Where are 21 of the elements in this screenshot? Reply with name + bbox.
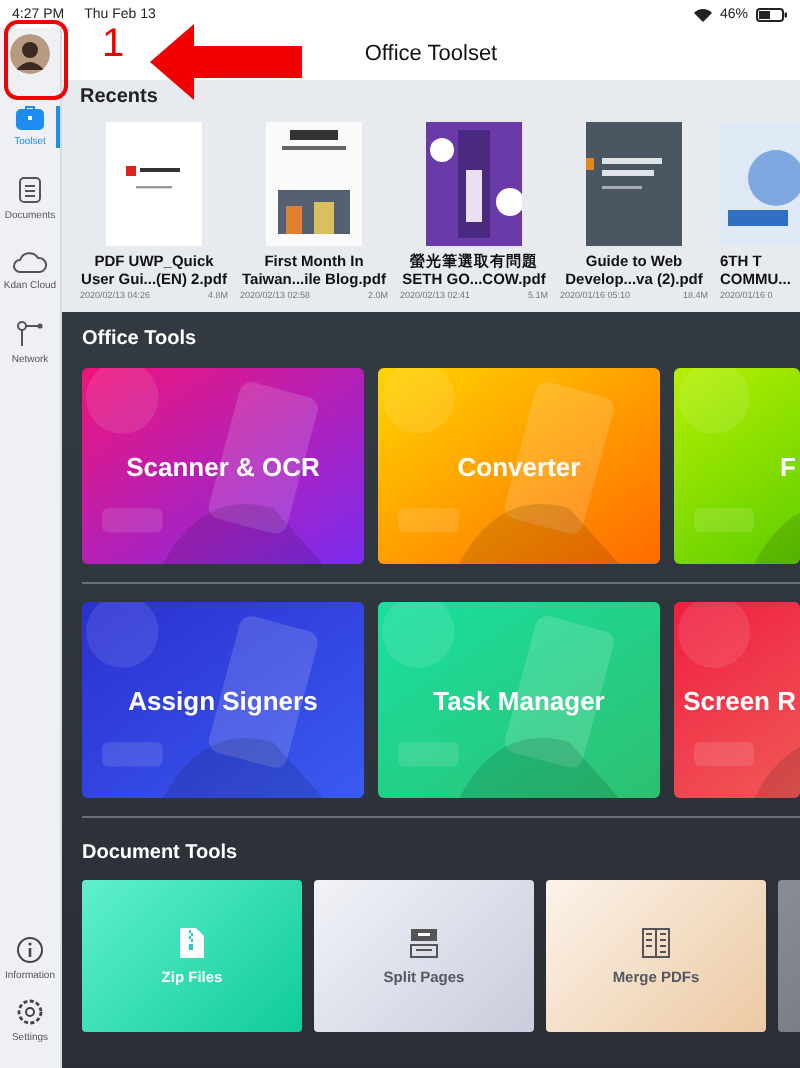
annotation-box: [4, 20, 68, 100]
settings-icon: [16, 998, 44, 1026]
section-title: Document Tools: [82, 842, 238, 864]
toolbox-icon: [16, 106, 44, 130]
info-icon: [16, 936, 44, 964]
document-icon: [18, 176, 42, 204]
section-title: Office Tools: [82, 328, 197, 350]
tool-tile[interactable]: Screen R: [674, 602, 800, 798]
cloud-icon: [12, 250, 48, 274]
annotation-number: 1: [102, 20, 125, 68]
tool-tile[interactable]: Assign Signers: [82, 602, 364, 798]
split-pages-icon: [410, 927, 438, 957]
window-title: Office Toolset: [364, 42, 498, 66]
tool-tile[interactable]: Scanner & OCR: [82, 368, 364, 564]
zip-file-icon: [180, 927, 204, 957]
section-title: Recents: [80, 86, 158, 108]
merge-pages-icon: [642, 927, 670, 957]
network-icon: [16, 320, 44, 348]
avatar[interactable]: [10, 34, 50, 74]
battery-icon: [756, 7, 788, 21]
wifi-icon: [693, 7, 712, 21]
